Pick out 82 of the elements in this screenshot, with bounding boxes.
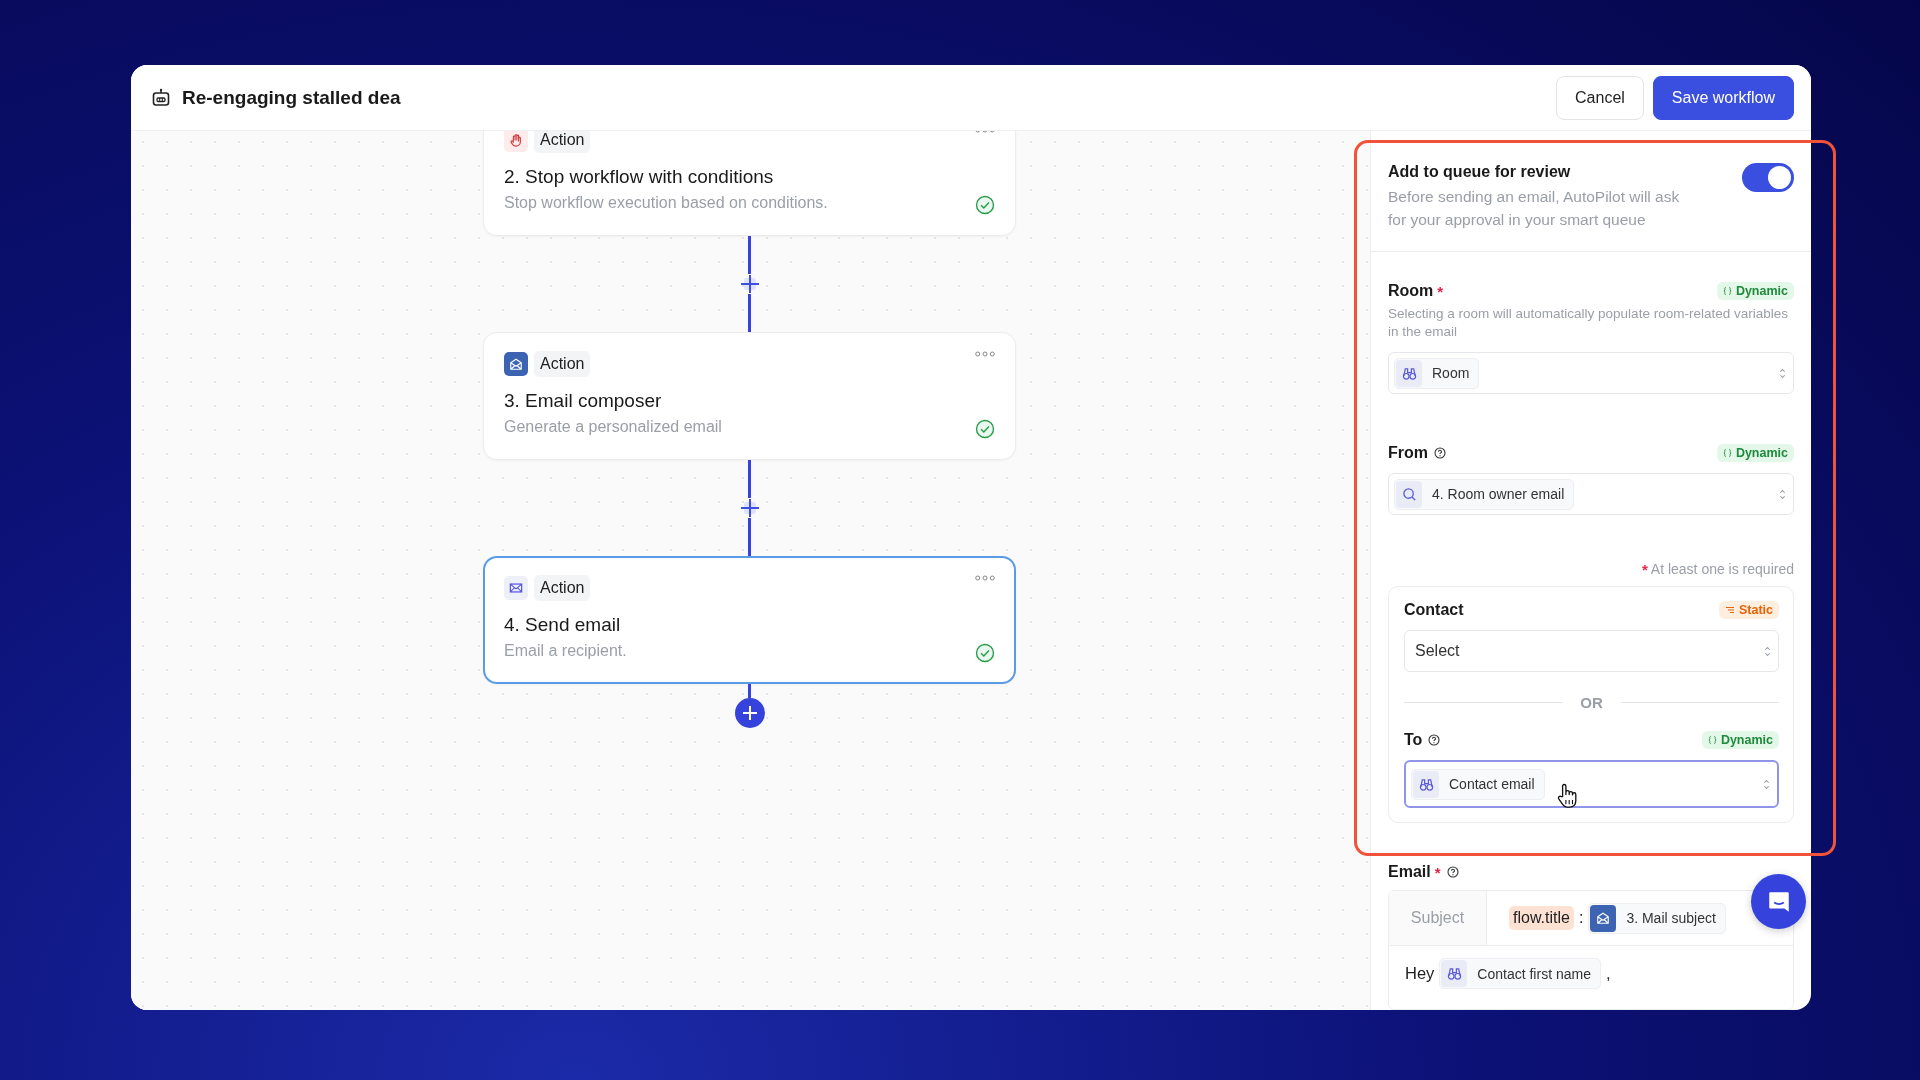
hand-cursor-icon bbox=[1556, 782, 1578, 809]
required-mark: * bbox=[1641, 561, 1648, 578]
variable-tag[interactable]: flow.title bbox=[1509, 906, 1574, 930]
step-card[interactable]: Action 3. Email composer Generate a personalized email bbox=[483, 332, 1016, 460]
workflow-title: Re-engaging stalled dea bbox=[182, 86, 401, 109]
check-circle-icon bbox=[975, 195, 995, 215]
chat-button[interactable] bbox=[1751, 874, 1806, 929]
binoculars-icon bbox=[1401, 365, 1417, 381]
more-options-icon[interactable] bbox=[975, 351, 995, 357]
select-field[interactable]: Room bbox=[1388, 352, 1794, 394]
subject-text: : bbox=[1578, 909, 1584, 927]
up-down-chevron-icon bbox=[1779, 487, 1786, 501]
body-text: Hey bbox=[1405, 964, 1435, 983]
variable-chip[interactable]: 3. Mail subject bbox=[1588, 902, 1726, 934]
variable-chip[interactable]: Contact email bbox=[1411, 768, 1545, 800]
add-step-icon[interactable] bbox=[734, 698, 765, 728]
hand-icon bbox=[509, 133, 523, 147]
connector-line bbox=[748, 518, 751, 556]
more-options-icon[interactable] bbox=[975, 575, 995, 581]
source-badge[interactable]: Dynamic bbox=[1716, 444, 1794, 462]
variable-chip[interactable]: Room bbox=[1394, 357, 1480, 389]
field-label: Room bbox=[1388, 282, 1434, 300]
connector-line bbox=[748, 236, 751, 274]
source-badge[interactable]: Dynamic bbox=[1701, 731, 1779, 749]
required-mark: * bbox=[1437, 282, 1444, 300]
step-type-tag: Action bbox=[534, 130, 591, 153]
variable-chip[interactable]: 4. Room owner email bbox=[1394, 478, 1575, 510]
separator-text: OR bbox=[1580, 694, 1603, 711]
variable-chip[interactable]: Contact first name bbox=[1439, 958, 1601, 989]
cancel-button[interactable]: Cancel bbox=[1556, 75, 1644, 120]
select-field[interactable]: Contact email bbox=[1404, 760, 1779, 808]
field-label: Email bbox=[1388, 863, 1431, 881]
binoculars-icon bbox=[1446, 966, 1462, 981]
open-envelope-icon bbox=[1596, 911, 1611, 925]
connector-line bbox=[748, 294, 751, 332]
requirement-note: At least one is required bbox=[1650, 561, 1794, 578]
braces-icon bbox=[1722, 448, 1732, 458]
field-hint: Selecting a room will automatically populate room-related variables in the email bbox=[1388, 305, 1789, 341]
step-description: Email a recipient. bbox=[504, 642, 627, 661]
search-icon bbox=[1401, 486, 1417, 502]
add-step-icon[interactable] bbox=[739, 274, 760, 294]
step-card[interactable]: Action 4. Send email Email a recipient. bbox=[483, 556, 1016, 684]
braces-icon bbox=[1707, 735, 1717, 745]
step-type-tag: Action bbox=[534, 575, 591, 601]
setting-title: Add to queue for review bbox=[1388, 163, 1572, 181]
step-title: 2. Stop workflow with conditions bbox=[504, 166, 775, 188]
body-text: , bbox=[1605, 964, 1611, 983]
select-placeholder: Select bbox=[1415, 642, 1460, 660]
list-icon bbox=[1724, 605, 1735, 615]
field-label: From bbox=[1388, 444, 1428, 462]
robot-icon bbox=[151, 87, 171, 108]
help-icon[interactable] bbox=[1434, 447, 1446, 459]
check-circle-icon bbox=[975, 419, 995, 439]
binoculars-icon bbox=[1418, 776, 1434, 792]
step-title: 4. Send email bbox=[504, 614, 622, 636]
subject-label: Subject bbox=[1389, 891, 1487, 945]
up-down-chevron-icon bbox=[1779, 366, 1786, 380]
connector-line bbox=[748, 460, 751, 498]
up-down-chevron-icon bbox=[1764, 644, 1771, 658]
required-mark: * bbox=[1434, 863, 1441, 881]
select-field[interactable]: Select bbox=[1404, 630, 1779, 672]
select-field[interactable]: 4. Room owner email bbox=[1388, 473, 1794, 515]
field-label: To bbox=[1404, 731, 1423, 749]
open-envelope-icon bbox=[509, 357, 523, 371]
source-badge[interactable]: Dynamic bbox=[1716, 282, 1794, 300]
toggle-switch[interactable] bbox=[1742, 163, 1794, 192]
check-circle-icon bbox=[975, 643, 995, 663]
envelope-icon bbox=[509, 581, 523, 595]
add-step-icon[interactable] bbox=[739, 498, 760, 518]
step-type-tag: Action bbox=[534, 351, 591, 377]
step-card[interactable]: Action 2. Stop workflow with conditions Stop workflow execution based on conditions. bbox=[483, 130, 1016, 236]
help-icon[interactable] bbox=[1446, 866, 1459, 878]
setting-description: Before sending an email, AutoPilot will ask for your approval in your smart queue bbox=[1388, 187, 1681, 230]
step-description: Generate a personalized email bbox=[504, 418, 722, 437]
up-down-chevron-icon bbox=[1763, 777, 1770, 791]
braces-icon bbox=[1722, 286, 1732, 296]
email-editor[interactable]: Subject flow.title : 3. Mail subject Hey Contact first name , bbox=[1388, 890, 1794, 1010]
save-button[interactable]: Save workflow bbox=[1652, 75, 1794, 120]
step-description: Stop workflow execution based on conditions. bbox=[504, 194, 828, 213]
field-label: Contact bbox=[1404, 601, 1464, 619]
step-title: 3. Email composer bbox=[504, 390, 663, 412]
help-icon[interactable] bbox=[1428, 734, 1441, 746]
